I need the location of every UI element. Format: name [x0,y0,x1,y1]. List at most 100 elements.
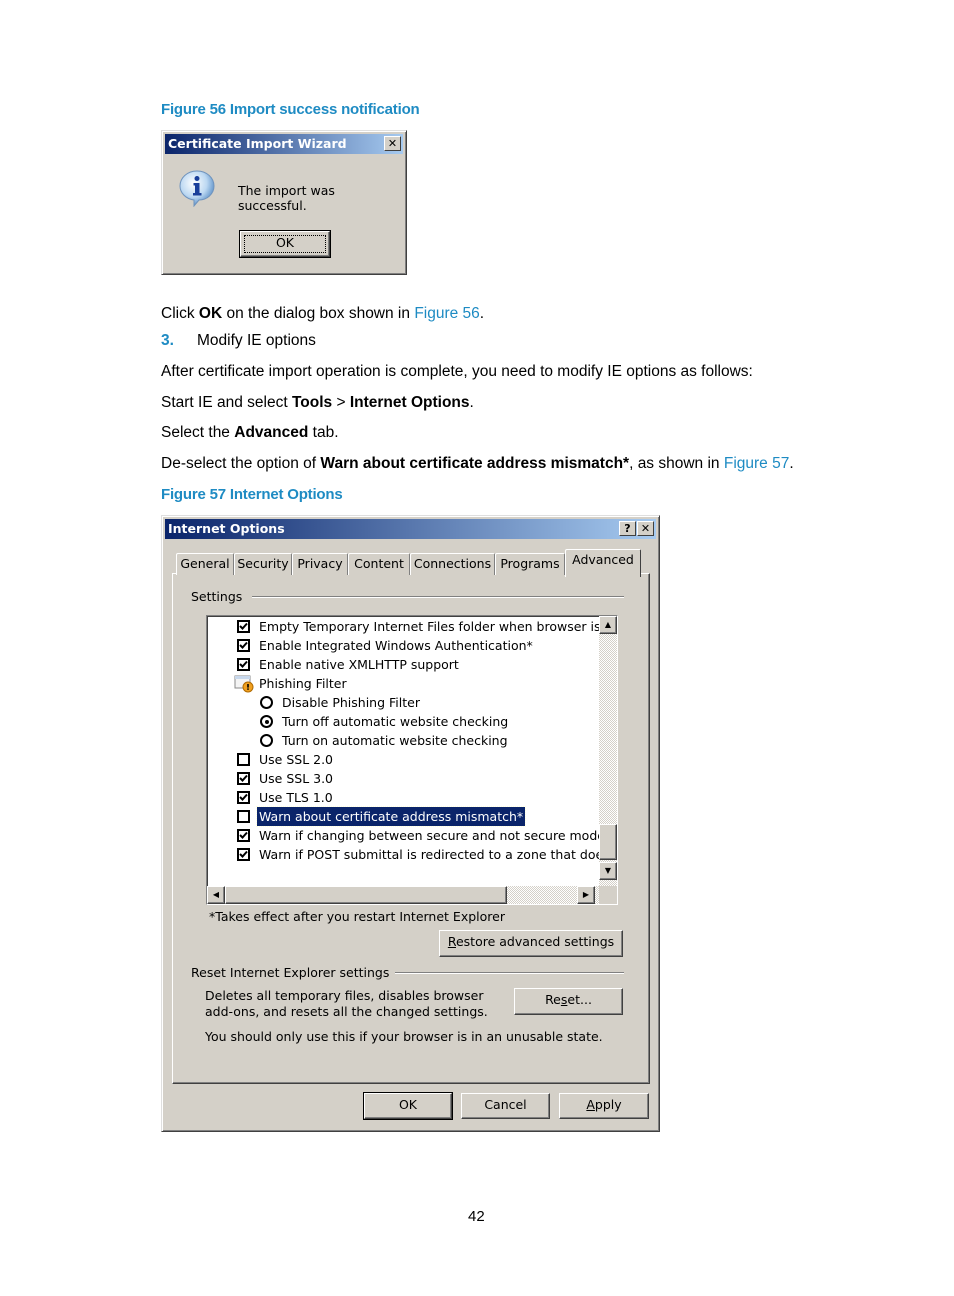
setting-label-selected: Warn about certificate address mismatch* [255,806,527,827]
step-number: 3. [161,332,174,349]
bold-text: Advanced [234,424,309,441]
arrow-down-icon: ▼ [604,866,612,875]
tab-privacy[interactable]: Privacy [292,553,348,575]
paragraph-after-import: After certificate import operation is co… [161,363,753,380]
tab-label: Security [237,556,289,571]
checkbox-checked[interactable] [237,848,250,861]
page-number: 42 [468,1208,485,1225]
text: > [332,394,350,411]
radio-unselected[interactable] [260,696,273,709]
setting-label: Warn if changing between secure and not … [259,828,605,843]
tab-advanced[interactable]: Advanced [565,549,641,577]
ok-label: OK [398,1097,418,1112]
ok-button[interactable]: OK [239,230,331,258]
cancel-button[interactable]: Cancel [461,1093,550,1119]
figure-57-link[interactable]: Figure 57 [724,455,789,472]
checkbox-unchecked[interactable] [237,810,250,823]
text: tab. [308,424,339,441]
close-icon: ✕ [640,522,651,535]
arrow-up-icon: ▲ [604,620,612,629]
paragraph-select-advanced: Select the Advanced tab. [161,424,339,442]
focus-rect [244,235,326,253]
accelerator-key: R [447,934,456,949]
accelerator-key: A [586,1097,595,1112]
settings-group-line [252,596,624,598]
reset-description-line1: Deletes all temporary files, disables br… [205,988,484,1003]
settings-list[interactable]: Empty Temporary Internet Files folder wh… [206,615,618,905]
figure-56-caption: Figure 56 Import success notification [161,101,420,118]
setting-label: Disable Phishing Filter [282,695,420,710]
reset-button[interactable]: Reset... [514,988,623,1015]
bold-text: Internet Options [349,394,470,411]
paragraph-click-ok: Click OK on the dialog box shown in Figu… [161,305,484,323]
dialog-titlebar: Internet Options ? ✕ [165,519,656,539]
tab-content[interactable]: Content [348,553,410,575]
paragraph-start-ie: Start IE and select Tools > Internet Opt… [161,394,474,412]
paragraph-deselect: De-select the option of Warn about certi… [161,455,794,473]
restore-advanced-settings-button[interactable]: Restore advanced settings [439,930,623,957]
phishing-filter-icon [234,675,254,693]
checkbox-checked[interactable] [237,620,250,633]
bold-text: Tools [291,394,333,411]
text: . [789,455,794,472]
tab-label: Connections [413,556,492,571]
tab-general[interactable]: General [176,553,234,575]
text: Click [161,305,199,322]
setting-label: Phishing Filter [259,676,347,691]
setting-label: Warn if POST submittal is redirected to … [259,847,618,862]
text: , as shown in [629,455,724,472]
dialog-message: The import was successful. [238,183,335,213]
arrow-left-icon: ◀ [212,890,220,899]
step-text: Modify IE options [197,332,316,349]
internet-options-dialog: Internet Options ? ✕ General Security Pr… [161,515,660,1132]
checkbox-checked[interactable] [237,772,250,785]
reset-group-line [387,972,624,974]
scroll-left-button[interactable]: ◀ [207,886,225,904]
checkbox-checked[interactable] [237,791,250,804]
bold-text: Warn about certificate address mismatch* [320,455,630,472]
button-label: et... [567,992,592,1007]
close-button[interactable]: ✕ [637,521,654,536]
settings-group-label: Settings [191,589,249,604]
tab-connections[interactable]: Connections [410,553,495,575]
vertical-scrollbar[interactable]: ▲ ▼ [599,616,617,886]
tab-label: Programs [500,556,560,571]
reset-group-label: Reset Internet Explorer settings [191,965,396,980]
apply-button[interactable]: Apply [559,1093,649,1119]
radio-selected[interactable] [260,715,273,728]
scroll-right-button[interactable]: ▶ [577,886,595,904]
help-icon: ? [624,522,631,535]
dialog-title: Internet Options [168,521,285,536]
cancel-label: Cancel [484,1097,527,1112]
help-button[interactable]: ? [619,521,636,536]
radio-unselected[interactable] [260,734,273,747]
vertical-scroll-thumb[interactable] [599,824,617,860]
button-label: Re [545,992,561,1007]
tab-security[interactable]: Security [234,553,292,575]
arrow-right-icon: ▶ [582,890,590,899]
setting-label: Use TLS 1.0 [259,790,333,805]
reset-warning: You should only use this if your browser… [205,1029,603,1044]
close-button[interactable]: ✕ [384,136,401,151]
tab-programs[interactable]: Programs [495,553,565,575]
checkbox-unchecked[interactable] [237,753,250,766]
dialog-title: Certificate Import Wizard [168,136,347,151]
checkbox-checked[interactable] [237,829,250,842]
setting-label: Empty Temporary Internet Files folder wh… [259,619,618,634]
ok-button[interactable]: OK [363,1092,453,1120]
figure-56-link[interactable]: Figure 56 [414,305,479,322]
restart-note: *Takes effect after you restart Internet… [209,909,505,924]
tab-label: Privacy [297,556,343,571]
text: . [479,305,485,322]
horizontal-scroll-thumb[interactable] [225,886,507,904]
horizontal-scrollbar[interactable]: ◀ ▶ [207,886,599,904]
scroll-down-button[interactable]: ▼ [599,862,617,880]
step-3: 3. Modify IE options [161,332,316,350]
button-label: estore advanced settings [455,934,615,949]
checkbox-checked[interactable] [237,658,250,671]
reset-description-line2: add-ons, and resets all the changed sett… [205,1004,488,1019]
checkbox-checked[interactable] [237,639,250,652]
setting-label: Use SSL 2.0 [259,752,334,767]
info-icon [179,170,215,207]
scroll-up-button[interactable]: ▲ [599,616,617,634]
